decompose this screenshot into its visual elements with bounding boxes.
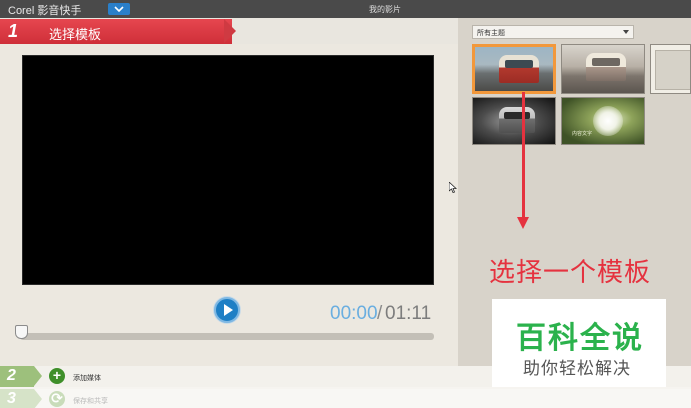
video-preview[interactable] (22, 55, 434, 285)
theme-thumbnail-frame[interactable] (650, 44, 691, 94)
thumbnail-caption: 内容文字 (572, 131, 593, 137)
share-icon: ⟳ (49, 391, 65, 407)
step-number: 1 (8, 21, 19, 41)
title-bar: Corel 影音快手 我的影片 (0, 0, 691, 18)
theme-thumbnail-van-sepia[interactable] (561, 44, 645, 94)
theme-thumbnail-van-bw[interactable] (472, 97, 556, 145)
theme-filter-dropdown[interactable]: 所有主题 (472, 25, 634, 39)
annotation-arrow (522, 92, 525, 220)
time-separator: / (377, 303, 383, 324)
scrubber-handle[interactable] (15, 325, 28, 339)
step-label: 保存和共享 (73, 398, 108, 405)
total-time: 01:11 (385, 303, 432, 324)
app-name: Corel 影音快手 (8, 5, 82, 17)
theme-thumbnail-dandelion[interactable]: 内容文字 (561, 97, 645, 145)
annotation-text: 选择一个模板 (489, 257, 652, 287)
step-number: 2 (7, 367, 16, 384)
play-icon (224, 304, 233, 316)
theme-thumbnail-van-orange[interactable] (472, 44, 556, 94)
add-icon: + (49, 368, 65, 384)
dandelion-image (593, 106, 623, 136)
mouse-cursor-icon (449, 182, 457, 193)
step-label: 添加媒体 (73, 375, 101, 382)
watermark-subtitle: 助你轻松解决 (523, 359, 631, 378)
play-button[interactable] (214, 297, 240, 323)
watermark-logo: 百科全说 助你轻松解决 (492, 299, 666, 387)
step-label: 选择模板 (49, 27, 102, 42)
step-3-row[interactable]: 3 ⟳ 保存和共享 (0, 389, 691, 408)
app-menu-button[interactable] (108, 3, 130, 15)
step-1-banner[interactable]: 1 选择模板 (0, 19, 238, 44)
chevron-down-icon (114, 6, 124, 12)
current-time: 00:00 (330, 303, 378, 324)
arrow-down-icon (517, 217, 529, 229)
step-number: 3 (7, 390, 16, 407)
scrubber-track[interactable] (20, 333, 434, 340)
watermark-title: 百科全说 (516, 322, 644, 355)
window-title: 我的影片 (369, 5, 401, 14)
dropdown-arrow-icon (623, 30, 629, 34)
theme-filter-value: 所有主题 (477, 30, 505, 37)
